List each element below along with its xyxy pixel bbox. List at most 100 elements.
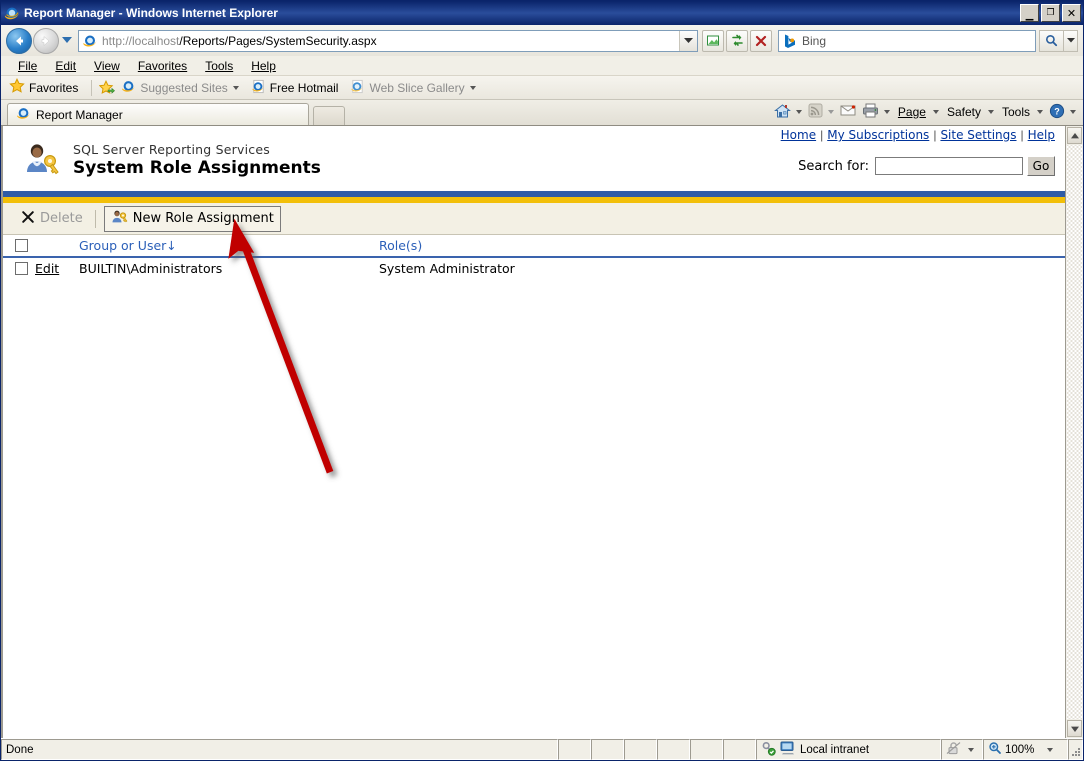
safety-menu-button[interactable]: Safety [942,102,997,122]
edit-label[interactable]: Edit [35,261,59,276]
tools-menu-label: Tools [1002,105,1030,119]
chevron-down-icon[interactable] [968,748,974,752]
search-label: Search for: [798,159,869,174]
nav-link-my-subscriptions[interactable]: My Subscriptions [827,128,929,142]
new-role-assignment-icon [111,209,128,229]
favorites-divider [91,80,92,96]
toolbar-divider [95,210,96,228]
row-checkbox[interactable] [15,262,28,275]
favorites-item-label: Suggested Sites [140,81,227,95]
page-search: Search for: Go [781,156,1055,176]
nav-separator: | [1021,128,1024,142]
chevron-down-icon[interactable] [233,86,239,90]
menu-item-favorites[interactable]: Favorites [129,59,196,73]
search-provider-chevron-down-icon[interactable] [1063,30,1078,52]
status-bar: Done Local intrane [1,738,1083,760]
forward-icon[interactable] [33,28,59,54]
browser-chrome: http://localhost/Reports/Pages/SystemSec… [1,25,1083,125]
scrollbar-track[interactable] [1066,145,1083,719]
delete-label: Delete [40,211,83,226]
favorites-button[interactable]: Favorites [9,78,78,97]
read-mail-button[interactable] [837,102,859,122]
chevron-down-icon[interactable] [988,110,994,114]
protected-mode-indicator[interactable] [941,739,983,760]
favorites-item-label: Web Slice Gallery [369,81,464,95]
address-dropdown-icon[interactable] [679,31,697,51]
search-go-button[interactable]: Go [1027,156,1055,176]
table-row[interactable]: Edit BUILTIN\Administrators System Admin… [3,258,1065,279]
select-all-checkbox[interactable] [15,239,28,252]
cell-group-or-user: BUILTIN\Administrators [79,261,379,276]
feeds-button[interactable] [805,102,837,122]
ie-document-icon [251,79,266,97]
role-assignment-user-key-icon [21,140,61,180]
compatibility-view-icon[interactable] [702,30,724,52]
new-tab-button[interactable] [313,106,345,125]
minimize-button[interactable]: ▁ [1020,4,1039,22]
back-icon[interactable] [6,28,32,54]
help-menu-button[interactable]: ? [1046,102,1079,122]
security-key-icon [761,741,776,759]
page-scrollbar[interactable] [1065,126,1083,738]
search-submit-icon[interactable] [1039,30,1063,52]
nav-link-home[interactable]: Home [781,128,816,142]
menu-item-edit[interactable]: Edit [46,59,85,73]
favorites-item-free-hotmail[interactable]: Free Hotmail [251,79,339,97]
chevron-down-icon[interactable] [933,110,939,114]
search-box[interactable]: Bing [778,30,1036,52]
menu-view-label: View [94,59,120,73]
column-header-roles[interactable]: Role(s) [379,238,1065,253]
column-header-group-or-user[interactable]: Group or User↓ [35,238,379,253]
address-bar[interactable]: http://localhost/Reports/Pages/SystemSec… [78,30,698,52]
chevron-down-icon[interactable] [1037,110,1043,114]
menu-item-view[interactable]: View [85,59,129,73]
status-slot [558,739,591,760]
printer-icon [862,103,879,121]
star-icon [9,78,25,97]
menu-item-tools[interactable]: Tools [196,59,242,73]
address-text: http://localhost/Reports/Pages/SystemSec… [102,34,679,48]
nav-link-help[interactable]: Help [1028,128,1055,142]
new-role-assignment-button[interactable]: New Role Assignment [104,206,281,232]
page-titles: SQL Server Reporting Services System Rol… [73,134,321,191]
chevron-down-icon[interactable] [884,110,890,114]
tools-menu-button[interactable]: Tools [997,102,1046,122]
tab-bar: Report Manager [1,100,1083,125]
print-button[interactable] [859,102,893,122]
scroll-up-button[interactable] [1067,127,1082,144]
security-zone[interactable]: Local intranet [756,739,941,760]
navigation-toolbar: http://localhost/Reports/Pages/SystemSec… [1,25,1083,56]
resize-grip[interactable] [1068,739,1083,760]
cell-roles: System Administrator [379,261,1065,276]
zoom-control[interactable]: 100% [983,739,1068,760]
add-to-favorites-bar-icon[interactable] [99,80,115,96]
favorites-item-suggested-sites[interactable]: Suggested Sites [121,79,238,97]
title-bar: Report Manager - Windows Internet Explor… [1,1,1083,25]
stop-icon[interactable] [750,30,772,52]
chevron-down-icon[interactable] [470,86,476,90]
delete-button[interactable]: Delete [17,208,87,230]
search-input[interactable] [875,157,1023,175]
menu-tools-label: Tools [205,59,233,73]
browser-window: Report Manager - Windows Internet Explor… [0,0,1084,761]
refresh-icon[interactable] [726,30,748,52]
chevron-down-icon[interactable] [1047,748,1053,752]
tab-report-manager[interactable]: Report Manager [7,103,309,125]
close-button[interactable]: ✕ [1062,4,1081,22]
nav-link-site-settings[interactable]: Site Settings [940,128,1016,142]
window-title: Report Manager - Windows Internet Explor… [24,6,1020,20]
menu-item-help[interactable]: Help [242,59,285,73]
address-protocol-host: http://localhost [102,34,179,48]
scroll-down-button[interactable] [1067,720,1082,737]
maximize-button[interactable]: ❐ [1041,4,1060,22]
favorites-item-web-slice-gallery[interactable]: Web Slice Gallery [350,79,475,97]
chevron-down-icon[interactable] [828,110,834,114]
menu-item-file[interactable]: File [9,59,46,73]
page-menu-button[interactable]: Page [893,102,942,122]
row-edit-link[interactable]: Edit [35,261,79,276]
recent-pages-chevron-down-icon[interactable] [59,29,75,53]
chevron-down-icon[interactable] [796,110,802,114]
chevron-down-icon[interactable] [1070,110,1076,114]
favorites-item-label: Free Hotmail [270,81,339,95]
home-button[interactable] [771,102,805,122]
